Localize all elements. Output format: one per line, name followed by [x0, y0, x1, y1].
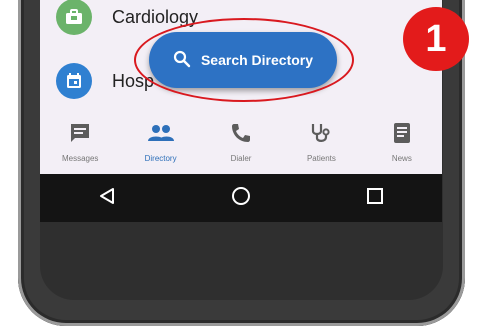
- message-icon: [68, 122, 92, 149]
- briefcase-icon: [56, 0, 92, 35]
- home-icon[interactable]: [231, 186, 251, 211]
- nav-item-dialer[interactable]: Dialer: [201, 112, 281, 174]
- people-icon: [146, 122, 176, 149]
- step-number: 1: [425, 17, 447, 60]
- highlight-ellipse: [134, 18, 354, 102]
- nav-label: Directory: [144, 154, 177, 163]
- nav-item-messages[interactable]: Messages: [40, 112, 120, 174]
- nav-item-news[interactable]: News: [362, 112, 442, 174]
- phone-icon: [229, 122, 253, 149]
- nav-label: Patients: [306, 154, 336, 163]
- back-icon[interactable]: [98, 187, 116, 210]
- stethoscope-icon: [309, 122, 333, 149]
- nav-label: Dialer: [230, 154, 252, 163]
- recents-icon[interactable]: [366, 187, 384, 210]
- system-navigation-bar: [40, 174, 442, 222]
- nav-item-directory[interactable]: Directory: [120, 112, 200, 174]
- step-number-badge: 1: [403, 7, 469, 71]
- nav-label: Messages: [61, 154, 99, 163]
- nav-item-patients[interactable]: Patients: [281, 112, 361, 174]
- calendar-icon: [56, 63, 92, 99]
- nav-label: News: [391, 154, 412, 163]
- bottom-navigation: Messages Directory Dialer Patients News: [40, 112, 442, 174]
- news-icon: [390, 122, 414, 149]
